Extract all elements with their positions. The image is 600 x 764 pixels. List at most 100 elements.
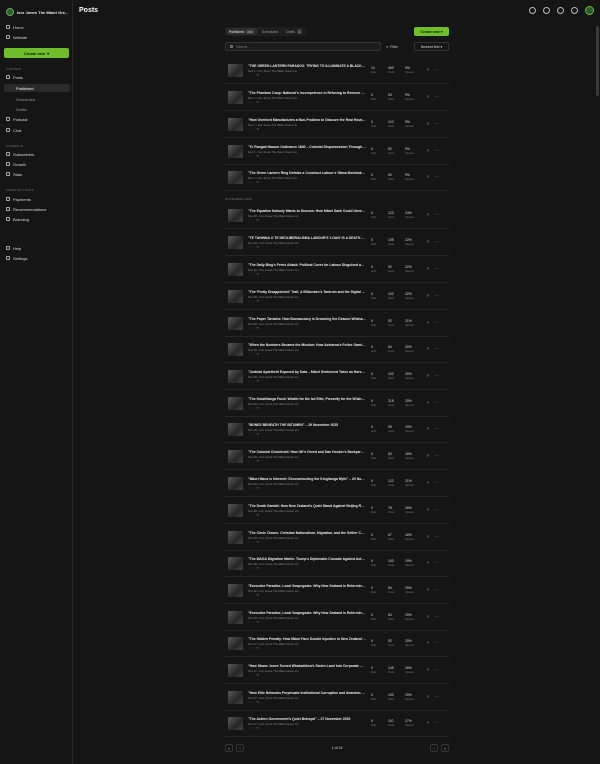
- share-icon[interactable]: ↗: [426, 668, 430, 672]
- bell-icon[interactable]: [571, 7, 578, 14]
- post-title[interactable]: "The Green Lantern Ring Defeats a Constr…: [248, 171, 366, 175]
- sidebar-item-growth[interactable]: Growth: [4, 160, 70, 168]
- share-icon[interactable]: ↗: [426, 401, 430, 405]
- post-row[interactable]: "The Kotahitanga Fund: Wealth for the Iw…: [225, 393, 449, 417]
- tab-published[interactable]: Published 240: [226, 28, 257, 35]
- post-title[interactable]: "The Daily Blog's Ferris Attack: Politic…: [248, 263, 366, 267]
- share-icon[interactable]: ↗: [426, 561, 430, 565]
- share-icon[interactable]: ↗: [426, 267, 430, 271]
- post-row[interactable]: "Executive Paradise, Local Scapegoats: W…: [225, 607, 449, 631]
- post-title[interactable]: "The Equation Nobody Wants to Discuss: H…: [248, 209, 366, 213]
- share-icon[interactable]: ↗: [426, 240, 430, 244]
- post-title[interactable]: "The Colonial Chokehold: How UK's Greed …: [248, 450, 366, 454]
- post-row[interactable]: "The MAGA Migration Matrix: Trump's Dipl…: [225, 553, 449, 577]
- more-options-icon[interactable]: ⋯: [435, 454, 439, 458]
- share-icon[interactable]: ↗: [426, 508, 430, 512]
- more-options-icon[interactable]: ⋯: [435, 267, 439, 271]
- post-title[interactable]: "The Hidden Penalty: How Māori Face Doub…: [248, 637, 366, 641]
- post-title[interactable]: "How Elite Networks Perpetuate Instituti…: [248, 691, 366, 695]
- sort-select[interactable]: Newest first ▾: [414, 42, 449, 51]
- post-title[interactable]: "Te Rangati Hauora Ordinance 1840 – Colo…: [248, 145, 366, 149]
- sidebar-item-drafts[interactable]: Drafts: [4, 105, 70, 113]
- share-icon[interactable]: ↗: [426, 95, 430, 99]
- post-title[interactable]: "BONES BENEATH THE BITUMEN" – 29 Novembe…: [248, 423, 366, 427]
- last-page-button[interactable]: »: [441, 744, 449, 752]
- post-row[interactable]: "When the Numbers Became the Mission: Ho…: [225, 339, 449, 363]
- sidebar-item-scheduled[interactable]: Scheduled: [4, 95, 70, 103]
- post-row[interactable]: "BONES BENEATH THE BITUMEN" – 29 Novembe…: [225, 419, 449, 443]
- post-title[interactable]: "The 'Pretty Disappointed' Trail: A Bill…: [248, 290, 366, 294]
- theme-toggle-icon[interactable]: [529, 7, 536, 14]
- next-page-button[interactable]: ›: [430, 744, 438, 752]
- more-options-icon[interactable]: ⋯: [435, 695, 439, 699]
- sidebar-item-home[interactable]: Home: [4, 23, 70, 31]
- share-icon[interactable]: ↗: [426, 481, 430, 485]
- share-icon[interactable]: ↗: [426, 149, 430, 153]
- publication-switcher[interactable]: Ivor Jones The Māori Gre...: [6, 7, 70, 17]
- avatar[interactable]: [585, 6, 594, 15]
- more-options-icon[interactable]: ⋯: [435, 481, 439, 485]
- sidebar-item-help[interactable]: Help: [4, 244, 70, 252]
- prev-page-button[interactable]: ‹: [236, 744, 244, 752]
- post-title[interactable]: "TE TAHINNA O TE NEOLIBERALISMA LABOUR'S…: [248, 236, 366, 240]
- post-row[interactable]: "The Green Lantern Ring Defeats a Constr…: [225, 167, 449, 191]
- sidebar-item-recommendations[interactable]: Recommendations: [4, 205, 70, 213]
- more-options-icon[interactable]: ⋯: [435, 213, 439, 217]
- share-icon[interactable]: ↗: [426, 427, 430, 431]
- post-title[interactable]: "How Overlord Manufactures a Non-Problem…: [248, 118, 366, 122]
- share-icon[interactable]: ↗: [426, 175, 430, 179]
- more-options-icon[interactable]: ⋯: [435, 721, 439, 725]
- post-title[interactable]: "When the Numbers Became the Mission: Ho…: [248, 343, 366, 347]
- share-icon[interactable]: ↗: [426, 721, 430, 725]
- share-icon[interactable]: ↗: [426, 615, 430, 619]
- post-row[interactable]: "Māori Mana is Inherent: Deconstructing …: [225, 473, 449, 497]
- more-options-icon[interactable]: ⋯: [435, 240, 439, 244]
- post-title[interactable]: "Judicial Apartheid Exposed by Data – Mā…: [248, 370, 366, 374]
- more-options-icon[interactable]: ⋯: [435, 122, 439, 126]
- post-row[interactable]: "The Hidden Penalty: How Māori Face Doub…: [225, 633, 449, 657]
- tab-drafts[interactable]: Drafts 4: [283, 28, 305, 35]
- more-options-icon[interactable]: ⋯: [435, 668, 439, 672]
- post-row[interactable]: "Te Rangati Hauora Ordinance 1840 – Colo…: [225, 141, 449, 165]
- more-options-icon[interactable]: ⋯: [435, 427, 439, 431]
- more-options-icon[interactable]: ⋯: [435, 401, 439, 405]
- post-row[interactable]: "The Equation Nobody Wants to Discuss: H…: [225, 205, 449, 229]
- post-title[interactable]: "THE GREEN LANTERN PARADOX: TRYING TO IL…: [248, 64, 366, 68]
- post-row[interactable]: "The Phantom Coup: National's Incompeten…: [225, 87, 449, 111]
- sidebar-item-posts[interactable]: Posts: [4, 73, 70, 81]
- share-icon[interactable]: ↗: [426, 122, 430, 126]
- sidebar-item-podcast[interactable]: Podcast: [4, 115, 70, 123]
- more-options-icon[interactable]: ⋯: [435, 561, 439, 565]
- share-icon[interactable]: ↗: [426, 374, 430, 378]
- more-options-icon[interactable]: ⋯: [435, 149, 439, 153]
- sidebar-item-chat[interactable]: Chat: [4, 126, 70, 134]
- more-options-icon[interactable]: ⋯: [435, 95, 439, 99]
- create-new-top-button[interactable]: Create new ▾: [414, 27, 449, 36]
- sidebar-item-published[interactable]: Published: [4, 84, 70, 92]
- sidebar-item-branding[interactable]: Branding: [4, 215, 70, 223]
- chat-icon[interactable]: [557, 7, 564, 14]
- share-icon[interactable]: ↗: [426, 347, 430, 351]
- more-options-icon[interactable]: ⋯: [435, 321, 439, 325]
- post-title[interactable]: "The Circle Closes: Christian Nationalis…: [248, 531, 366, 535]
- share-icon[interactable]: ↗: [426, 68, 430, 72]
- share-icon[interactable]: ↗: [426, 588, 430, 592]
- scrollbar[interactable]: [596, 26, 599, 96]
- post-row[interactable]: "The Daily Blog's Ferris Attack: Politic…: [225, 259, 449, 283]
- post-title[interactable]: "How Shane Jones Turned Whakatōhea's Sto…: [248, 664, 366, 668]
- post-row[interactable]: "The Ardern Government's Quiet Betrayal"…: [225, 713, 449, 737]
- post-row[interactable]: "TE TAHINNA O TE NEOLIBERALISMA LABOUR'S…: [225, 232, 449, 256]
- post-title[interactable]: "The Paper Taniwha: How Bureaucracy is D…: [248, 317, 366, 321]
- more-options-icon[interactable]: ⋯: [435, 588, 439, 592]
- post-row[interactable]: "How Shane Jones Turned Whakatōhea's Sto…: [225, 660, 449, 684]
- sidebar-item-payments[interactable]: Payments: [4, 195, 70, 203]
- post-title[interactable]: "Executive Paradise, Local Scapegoats: W…: [248, 611, 366, 615]
- post-row[interactable]: "Judicial Apartheid Exposed by Data – Mā…: [225, 366, 449, 390]
- more-options-icon[interactable]: ⋯: [435, 347, 439, 351]
- search-icon[interactable]: [543, 7, 550, 14]
- post-row[interactable]: "The 'Pretty Disappointed' Trail: A Bill…: [225, 286, 449, 310]
- more-options-icon[interactable]: ⋯: [435, 615, 439, 619]
- post-title[interactable]: "Māori Mana is Inherent: Deconstructing …: [248, 477, 366, 481]
- more-options-icon[interactable]: ⋯: [435, 508, 439, 512]
- share-icon[interactable]: ↗: [426, 695, 430, 699]
